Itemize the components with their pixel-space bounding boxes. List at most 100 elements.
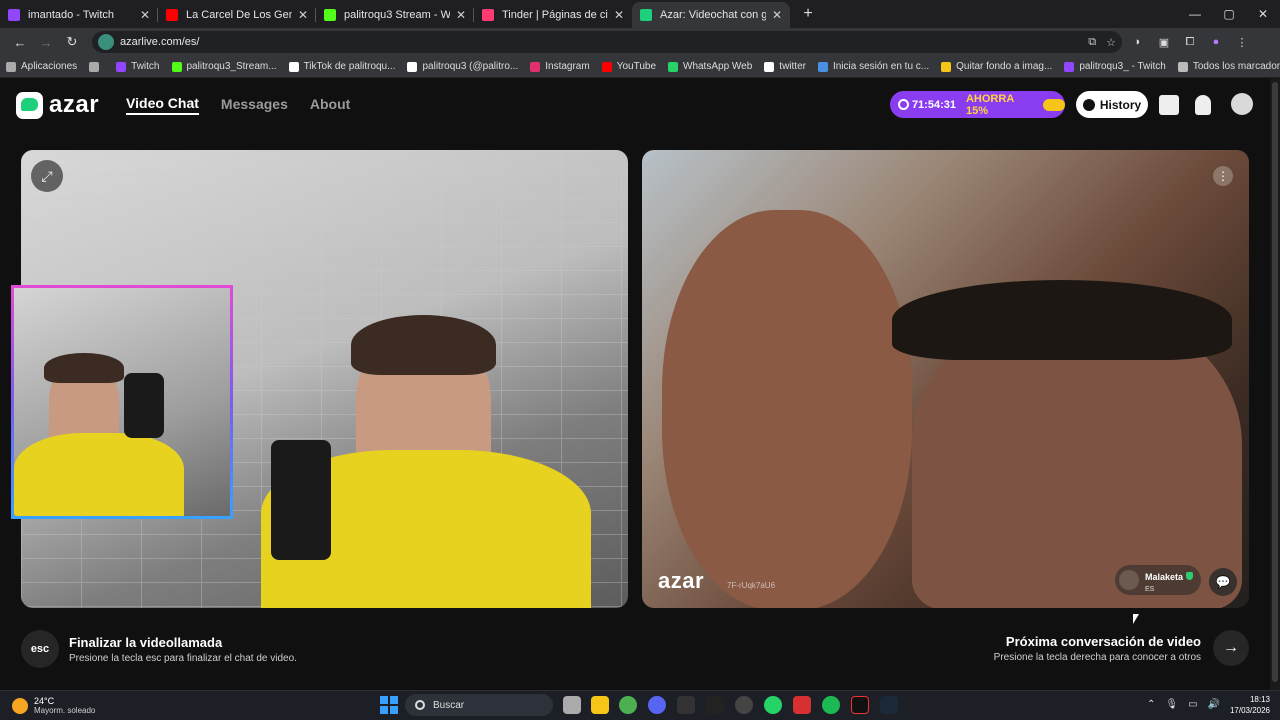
peer-avatar — [1119, 570, 1139, 590]
bookmark-kick[interactable]: palitroqu3_Stream... — [171, 61, 277, 72]
promo-banner[interactable]: 71:54:31 AHORRA 15% — [890, 91, 1065, 118]
azar-logo-icon — [16, 91, 43, 119]
azar-logo[interactable]: azar — [16, 91, 99, 119]
tab-tinder[interactable]: Tinder | Páginas de citas ✕ — [474, 2, 632, 28]
tiktok-icon — [407, 61, 418, 72]
task-view-icon[interactable] — [563, 696, 581, 714]
tab-azar[interactable]: Azar: Videochat con gente ✕ — [632, 2, 790, 28]
x-twitter-icon — [764, 61, 775, 72]
weather-description: Mayorm. soleado — [34, 706, 96, 715]
scrollbar-thumb[interactable] — [1272, 82, 1278, 682]
next-arrow-button[interactable]: → — [1213, 630, 1249, 666]
taskbar-clock[interactable]: 18:13 17/03/2026 — [1230, 694, 1270, 716]
close-icon[interactable]: ✕ — [298, 8, 308, 22]
site-info-icon[interactable] — [98, 34, 114, 50]
whatsapp-icon[interactable] — [764, 696, 782, 714]
spotify-icon[interactable] — [822, 696, 840, 714]
chat-bubble-icon[interactable]: 💬 — [1209, 568, 1237, 596]
minimize-icon[interactable]: — — [1178, 0, 1212, 28]
bookmark-whatsapp[interactable]: WhatsApp Web — [668, 61, 752, 72]
weather-widget[interactable]: 24°C Mayorm. soleado — [12, 696, 212, 715]
promo-offer: AHORRA 15% — [965, 92, 1014, 117]
steam-icon[interactable] — [880, 696, 898, 714]
bookmark-twitch-palitroqu3[interactable]: palitroqu3_ - Twitch — [1064, 61, 1166, 72]
youtube-icon — [601, 61, 612, 72]
bookmark-label: Todos los marcadores — [1192, 61, 1280, 72]
peer-profile-chip[interactable]: Malaketa ES — [1115, 565, 1201, 595]
esc-button[interactable]: esc — [21, 630, 59, 668]
bookmark-twitch[interactable]: Twitch — [116, 61, 160, 72]
reload-icon[interactable]: ↻ — [60, 30, 84, 54]
epic-games-icon[interactable] — [677, 696, 695, 714]
profile-avatar-icon[interactable] — [1231, 93, 1253, 115]
close-icon[interactable]: ✕ — [614, 8, 624, 22]
bookmark-twitter[interactable]: twitter — [764, 61, 806, 72]
volume-icon[interactable]: 🔊 — [1208, 699, 1220, 710]
bookmark-remove-bg[interactable]: Quitar fondo a imag... — [941, 61, 1052, 72]
maximize-icon[interactable]: ▢ — [1212, 0, 1246, 28]
twitch-icon — [1064, 61, 1075, 72]
bookmark-login[interactable]: Inicia sesión en tu c... — [817, 61, 929, 72]
history-button[interactable]: History — [1076, 91, 1148, 118]
bookmark-grid[interactable] — [89, 61, 104, 72]
expand-icon[interactable]: ⤢ — [31, 160, 63, 192]
bookmark-star-icon[interactable]: ☆ — [1106, 36, 1116, 49]
tab-youtube-carcel[interactable]: La Carcel De Los Gemelos | #Ca ✕ — [158, 2, 316, 28]
clock-time: 18:13 — [1249, 695, 1270, 704]
nav-video-chat[interactable]: Video Chat — [126, 95, 199, 115]
network-icon[interactable]: ▭ — [1188, 699, 1197, 710]
back-icon[interactable]: ← — [8, 30, 32, 54]
verified-shield-icon — [1186, 572, 1194, 580]
bookmark-youtube[interactable]: YouTube — [601, 61, 656, 72]
bell-icon[interactable] — [1195, 95, 1211, 115]
all-bookmarks[interactable]: Todos los marcadores — [1177, 61, 1280, 72]
next-conversation-title: Próxima conversación de video — [1005, 633, 1201, 649]
obs-icon[interactable] — [735, 696, 753, 714]
peer-face-1 — [662, 210, 912, 608]
tiktok-icon[interactable] — [851, 696, 869, 714]
profile-icon[interactable]: ● — [1206, 32, 1226, 52]
file-explorer-icon[interactable] — [591, 696, 609, 714]
nav-messages[interactable]: Messages — [221, 96, 288, 114]
extensions-puzzle-icon[interactable]: ⧠ — [1180, 32, 1200, 52]
app-g-icon[interactable] — [706, 696, 724, 714]
system-tray: ⌃ 🎙 ▭ 🔊 — [1147, 699, 1220, 710]
bookmark-apps[interactable]: Aplicaciones — [6, 61, 77, 72]
nav-about[interactable]: About — [310, 96, 350, 114]
tiktok-icon — [288, 61, 299, 72]
clock-date: 17/03/2026 — [1229, 706, 1270, 715]
bookmark-tiktok-1[interactable]: TikTok de palitroqu... — [288, 61, 395, 72]
windows-start-icon[interactable] — [380, 696, 398, 714]
more-options-icon[interactable]: ⋮ — [1213, 166, 1233, 186]
tab-kick-palitroqu3[interactable]: palitroqu3 Stream - Watch Live ✕ — [316, 2, 474, 28]
extension-icon[interactable]: ▣ — [1154, 32, 1174, 52]
url-input[interactable]: azarlive.com/es/ ⧉ ☆ — [92, 31, 1122, 53]
install-app-icon[interactable]: ⧉ — [1088, 36, 1096, 49]
store-icon[interactable] — [1159, 95, 1179, 115]
chrome-icon[interactable] — [619, 696, 637, 714]
taskbar-search[interactable]: Buscar — [405, 694, 553, 716]
new-tab-button[interactable]: + — [796, 2, 820, 26]
azar-watermark: azar — [658, 568, 705, 593]
forward-icon[interactable]: → — [34, 30, 58, 54]
discord-icon[interactable] — [648, 696, 666, 714]
close-icon[interactable]: ✕ — [456, 8, 466, 22]
tab-twitch-imantado[interactable]: imantado - Twitch ✕ — [0, 2, 158, 28]
acrobat-icon[interactable] — [793, 696, 811, 714]
pip-self-preview[interactable] — [11, 285, 233, 519]
chevron-up-icon[interactable]: ⌃ — [1147, 699, 1155, 710]
bookmark-label: Quitar fondo a imag... — [956, 61, 1053, 72]
bookmarks-bar: Aplicaciones Twitch palitroqu3_Stream...… — [0, 56, 1280, 78]
mouse-cursor-icon — [1133, 614, 1139, 624]
close-icon[interactable]: ✕ — [772, 8, 782, 22]
bookmark-instagram[interactable]: Instagram — [530, 61, 590, 72]
bookmark-label: palitroqu3_ - Twitch — [1079, 61, 1166, 72]
bookmark-label: WhatsApp Web — [683, 61, 753, 72]
microphone-icon[interactable]: 🎙 — [1165, 699, 1178, 710]
pip-streamer-shirt — [14, 433, 184, 516]
close-icon[interactable]: ✕ — [140, 8, 150, 22]
extension-icon[interactable]: ◗ — [1128, 32, 1148, 52]
bookmark-tiktok-2[interactable]: palitroqu3 (@palitro... — [407, 61, 518, 72]
menu-kebab-icon[interactable]: ⋮ — [1232, 32, 1252, 52]
close-window-icon[interactable]: ✕ — [1246, 0, 1280, 28]
